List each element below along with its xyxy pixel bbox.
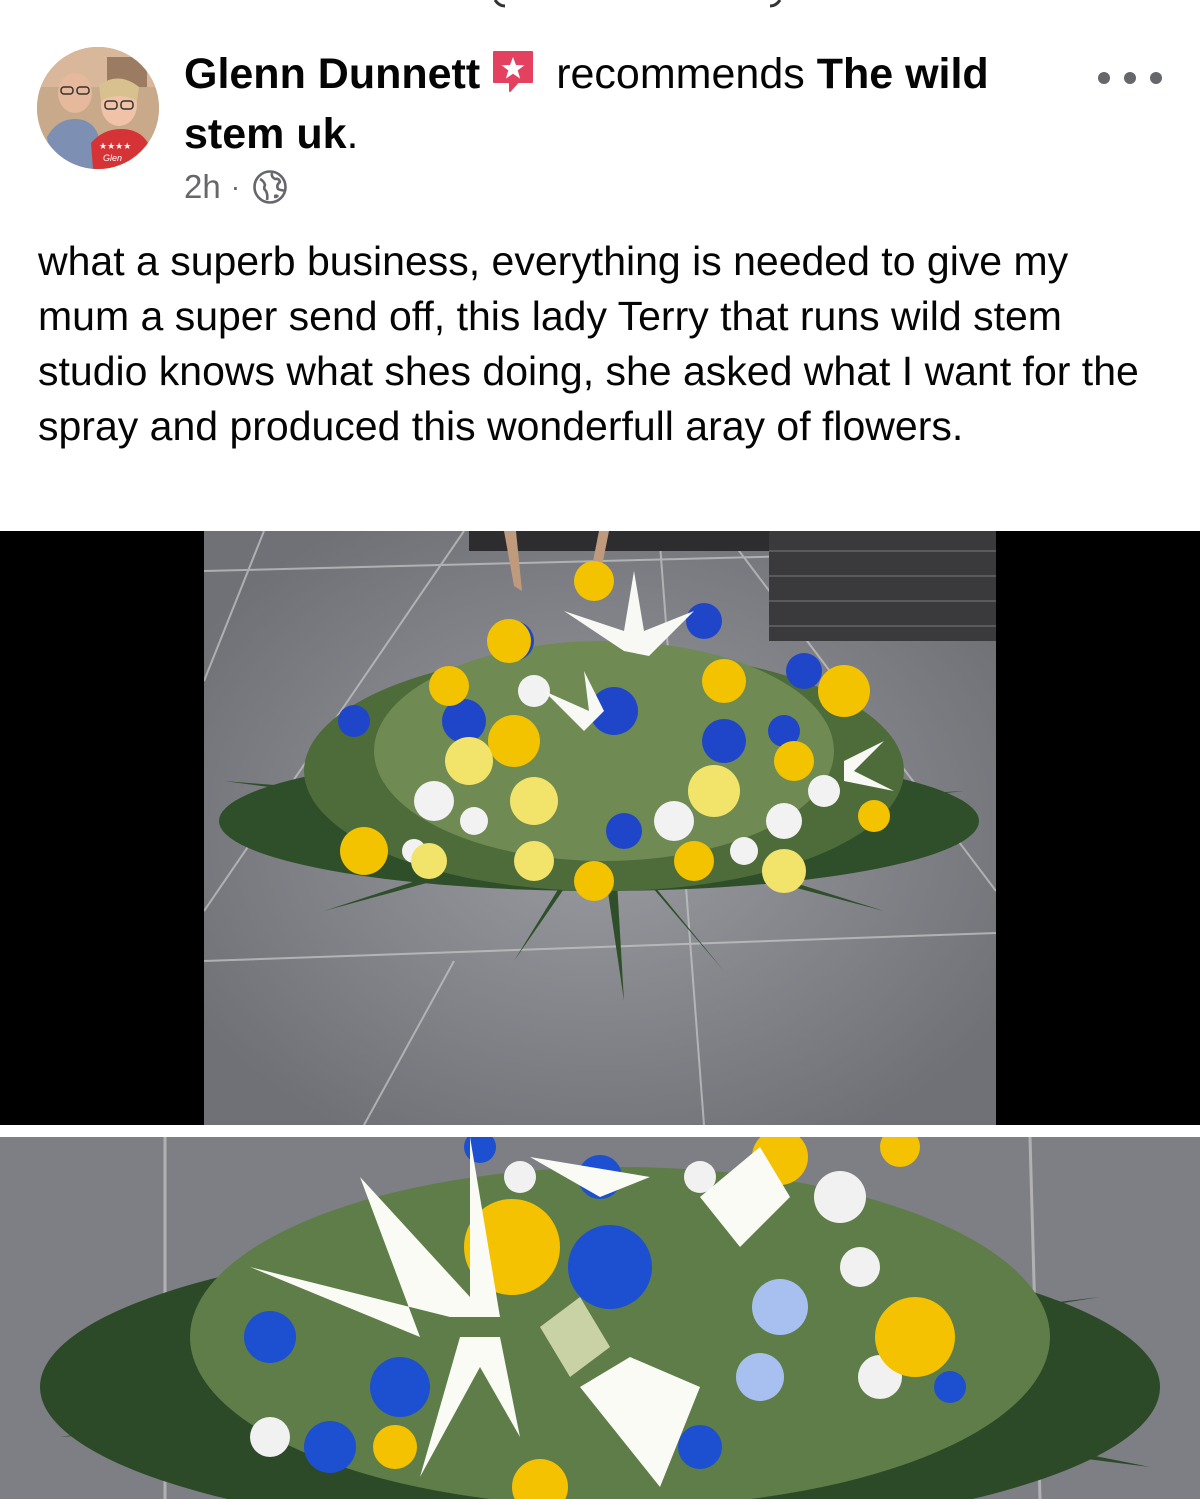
svg-text:★★★★: ★★★★ bbox=[99, 141, 131, 151]
page-name-line2: stem uk bbox=[184, 110, 347, 158]
post-photo-2[interactable] bbox=[0, 1137, 1200, 1499]
globe-icon[interactable] bbox=[252, 169, 288, 205]
flower-arrangement-photo bbox=[204, 531, 996, 1125]
svg-text:Glen: Glen bbox=[103, 153, 122, 163]
page-name-line1: The wild bbox=[816, 50, 989, 98]
more-options-icon[interactable] bbox=[1098, 60, 1162, 96]
timestamp[interactable]: 2h bbox=[184, 168, 221, 206]
post-meta: 2h · bbox=[184, 165, 288, 209]
action-text: recommends bbox=[556, 50, 805, 98]
flower-closeup-photo bbox=[0, 1137, 1200, 1499]
post-title: Glenn Dunnett recommends The wild stem uk… bbox=[184, 44, 1074, 164]
recommendation-star-icon bbox=[493, 51, 534, 92]
author-name[interactable]: Glenn Dunnett bbox=[184, 50, 480, 98]
post-body-text: what a superb business, everything is ne… bbox=[38, 238, 1139, 449]
post-header: ★★★★ Glen Glenn Dunnett recommends The w… bbox=[0, 0, 1200, 220]
avatar[interactable]: ★★★★ Glen bbox=[37, 47, 159, 169]
page-name-period: . bbox=[346, 110, 359, 158]
meta-separator: · bbox=[230, 171, 241, 202]
post-photo-1[interactable] bbox=[0, 531, 1200, 1125]
